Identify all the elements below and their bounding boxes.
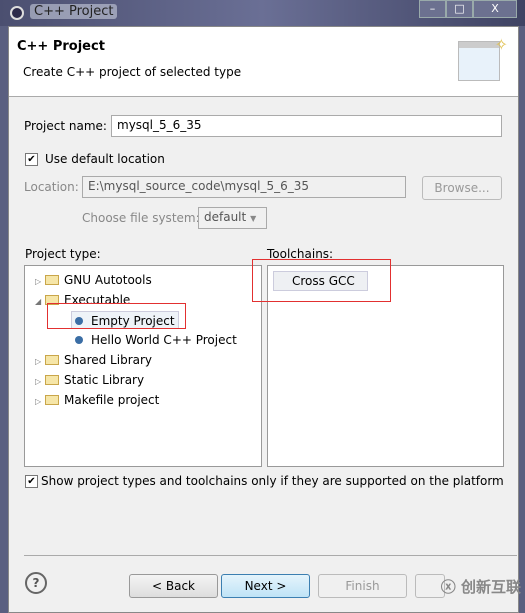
maximize-button[interactable]: □ [446, 0, 473, 18]
use-default-location-label: Use default location [45, 152, 165, 166]
file-system-label: Choose file system: [82, 211, 200, 225]
location-label: Location: [24, 180, 79, 194]
use-default-location-checkbox[interactable]: ✔ [25, 153, 38, 166]
filter-label: Show project types and toolchains only i… [41, 474, 504, 488]
location-input[interactable]: E:\mysql_source_code\mysql_5_6_35 [82, 176, 406, 198]
folder-icon [45, 355, 59, 365]
sparkle-icon: ✧ [494, 35, 508, 54]
title-bar: C++ Project – □ X [0, 0, 525, 26]
help-icon[interactable]: ? [25, 572, 47, 594]
project-name-label: Project name: [24, 119, 107, 133]
file-system-select[interactable]: default ▼ [198, 207, 267, 229]
file-system-value: default [204, 210, 247, 224]
project-name-input[interactable]: mysql_5_6_35 [111, 115, 502, 137]
wizard-header: C++ Project Create C++ project of select… [9, 27, 518, 97]
tree-item-label: Makefile project [64, 393, 160, 407]
finish-button[interactable]: Finish [318, 574, 407, 598]
highlight-box [252, 259, 391, 302]
minimize-button[interactable]: – [419, 0, 446, 18]
tree-item-label: Hello World C++ Project [91, 333, 237, 347]
tree-item-label: GNU Autotools [64, 273, 152, 287]
collapse-icon[interactable]: ◢ [35, 293, 45, 311]
highlight-box [47, 303, 186, 329]
tree-item-hello-world[interactable]: Hello World C++ Project [75, 331, 237, 349]
browse-button[interactable]: Browse... [422, 176, 502, 200]
expand-icon[interactable]: ▷ [35, 393, 45, 411]
tree-item-static-library[interactable]: ▷ Static Library [35, 371, 144, 389]
filter-checkbox[interactable]: ✔ [25, 475, 38, 488]
project-type-tree[interactable]: ▷ GNU Autotools ◢ Executable Empty Project… [24, 265, 262, 467]
project-type-label: Project type: [25, 247, 101, 261]
chevron-down-icon: ▼ [250, 214, 257, 223]
divider [24, 555, 517, 556]
folder-icon [45, 275, 59, 285]
tree-item-shared-library[interactable]: ▷ Shared Library [35, 351, 152, 369]
folder-icon [45, 375, 59, 385]
back-button[interactable]: < Back [129, 574, 218, 598]
tree-item-label: Shared Library [64, 353, 153, 367]
expand-icon[interactable]: ▷ [35, 373, 45, 391]
page-subtitle: Create C++ project of selected type [23, 65, 242, 79]
folder-icon [45, 395, 59, 405]
project-type-icon [75, 336, 83, 344]
next-button[interactable]: Next > [221, 574, 310, 598]
expand-icon[interactable]: ▷ [35, 273, 45, 291]
close-button[interactable]: X [473, 0, 517, 18]
expand-icon[interactable]: ▷ [35, 353, 45, 371]
page-title: C++ Project [17, 39, 105, 54]
eclipse-icon [10, 6, 24, 20]
window-title: C++ Project [30, 4, 118, 19]
dialog: C++ Project Create C++ project of select… [8, 26, 519, 613]
watermark-logo: ⓧ 创新互联 [440, 578, 521, 596]
tree-item-label: Static Library [64, 373, 145, 387]
tree-item-makefile-project[interactable]: ▷ Makefile project [35, 391, 159, 409]
tree-item-gnu-autotools[interactable]: ▷ GNU Autotools [35, 271, 152, 289]
